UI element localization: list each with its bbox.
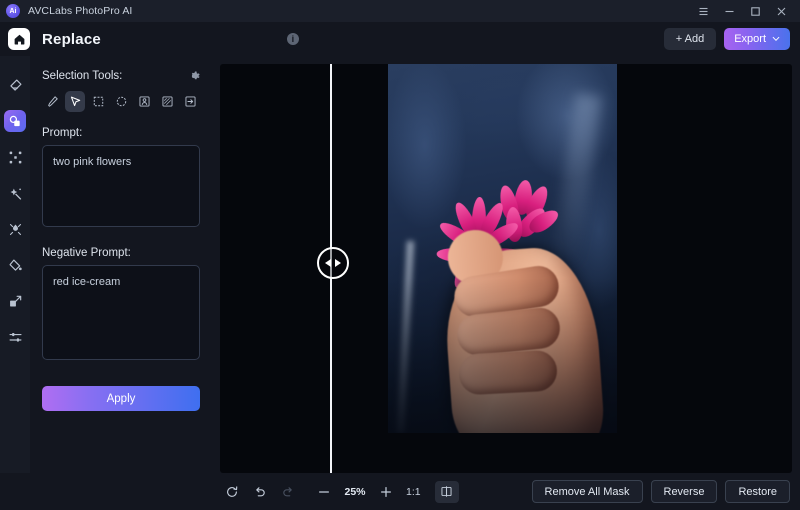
rail-item-replace[interactable]	[4, 110, 26, 132]
minimize-button[interactable]	[716, 0, 742, 22]
add-button[interactable]: + Add	[664, 28, 716, 50]
photo-vignette	[388, 278, 617, 433]
redo-icon	[281, 485, 295, 499]
restore-button[interactable]: Restore	[725, 480, 790, 503]
reset-button[interactable]	[218, 480, 246, 504]
page-title: Replace	[42, 31, 101, 48]
tool-brush[interactable]	[42, 91, 62, 112]
apply-button[interactable]: Apply	[42, 386, 200, 411]
settings-panel: Selection Tools:	[30, 56, 212, 473]
chevron-down-icon	[772, 35, 780, 43]
redo-button[interactable]	[274, 480, 302, 504]
app-window: Ai AVCLabs PhotoPro AI Replace	[0, 0, 800, 510]
export-button[interactable]: Export	[724, 28, 790, 50]
minus-icon	[317, 485, 331, 499]
header-bar: Replace i + Add Export	[0, 22, 800, 56]
prompt-label: Prompt:	[42, 127, 200, 139]
tool-rail	[0, 56, 30, 473]
selection-tools-row: Selection Tools:	[42, 70, 200, 82]
rail-item-enhance[interactable]	[4, 182, 26, 204]
plus-icon	[379, 485, 393, 499]
gear-icon[interactable]	[188, 70, 200, 82]
title-bar: Ai AVCLabs PhotoPro AI	[0, 0, 800, 22]
rail-item-remove[interactable]	[4, 218, 26, 240]
tool-subject[interactable]	[134, 91, 154, 112]
info-icon[interactable]: i	[287, 33, 299, 45]
settings-panel-inner: Selection Tools:	[30, 70, 212, 411]
selection-tools-label: Selection Tools:	[42, 70, 122, 82]
tool-cursor[interactable]	[65, 91, 85, 112]
rail-item-adjust[interactable]	[4, 326, 26, 348]
bottom-toolbar: 25% 1:1 Remove All Mask Reverse Restore	[0, 473, 800, 510]
rail-item-resize[interactable]	[4, 290, 26, 312]
image-canvas[interactable]	[220, 64, 792, 473]
canvas-area	[212, 56, 800, 473]
selection-tools	[42, 91, 200, 112]
zoom-level: 25%	[340, 486, 370, 498]
undo-icon	[253, 485, 267, 499]
actual-size-button[interactable]: 1:1	[406, 486, 421, 498]
zoom-controls: 25% 1:1	[218, 480, 459, 504]
compare-view-button[interactable]	[435, 481, 459, 503]
tool-background[interactable]	[157, 91, 177, 112]
zoom-out-button[interactable]	[310, 480, 338, 504]
export-button-label: Export	[734, 33, 766, 45]
zoom-in-button[interactable]	[372, 480, 400, 504]
close-button[interactable]	[768, 0, 794, 22]
page-info-wrap: i	[101, 33, 313, 45]
negative-prompt-input[interactable]	[42, 265, 200, 360]
prompt-input[interactable]	[42, 145, 200, 227]
arrow-left-icon	[325, 259, 331, 267]
arrow-right-icon	[335, 259, 341, 267]
tool-rectangle[interactable]	[88, 91, 108, 112]
mask-actions: Remove All Mask Reverse Restore	[532, 480, 790, 503]
window-controls	[690, 0, 794, 22]
app-title: AVCLabs PhotoPro AI	[28, 5, 132, 17]
rail-item-eraser[interactable]	[4, 74, 26, 96]
reverse-button[interactable]: Reverse	[651, 480, 718, 503]
photo-preview	[388, 64, 617, 433]
rail-item-colorize[interactable]	[4, 254, 26, 276]
split-view-icon	[440, 485, 453, 498]
menu-button[interactable]	[690, 0, 716, 22]
header-actions: + Add Export	[664, 28, 800, 50]
app-logo-icon: Ai	[6, 4, 20, 18]
remove-all-mask-button[interactable]: Remove All Mask	[532, 480, 643, 503]
app-logo-text: Ai	[10, 8, 17, 15]
negative-prompt-label: Negative Prompt:	[42, 247, 200, 259]
maximize-button[interactable]	[742, 0, 768, 22]
compare-slider-handle[interactable]	[317, 247, 349, 279]
rail-item-expand[interactable]	[4, 146, 26, 168]
tool-ellipse[interactable]	[111, 91, 131, 112]
tool-import-mask[interactable]	[180, 91, 200, 112]
main-area: Selection Tools:	[0, 56, 800, 473]
refresh-icon	[225, 485, 239, 499]
undo-button[interactable]	[246, 480, 274, 504]
home-button[interactable]	[8, 28, 30, 50]
home-icon	[13, 33, 26, 46]
